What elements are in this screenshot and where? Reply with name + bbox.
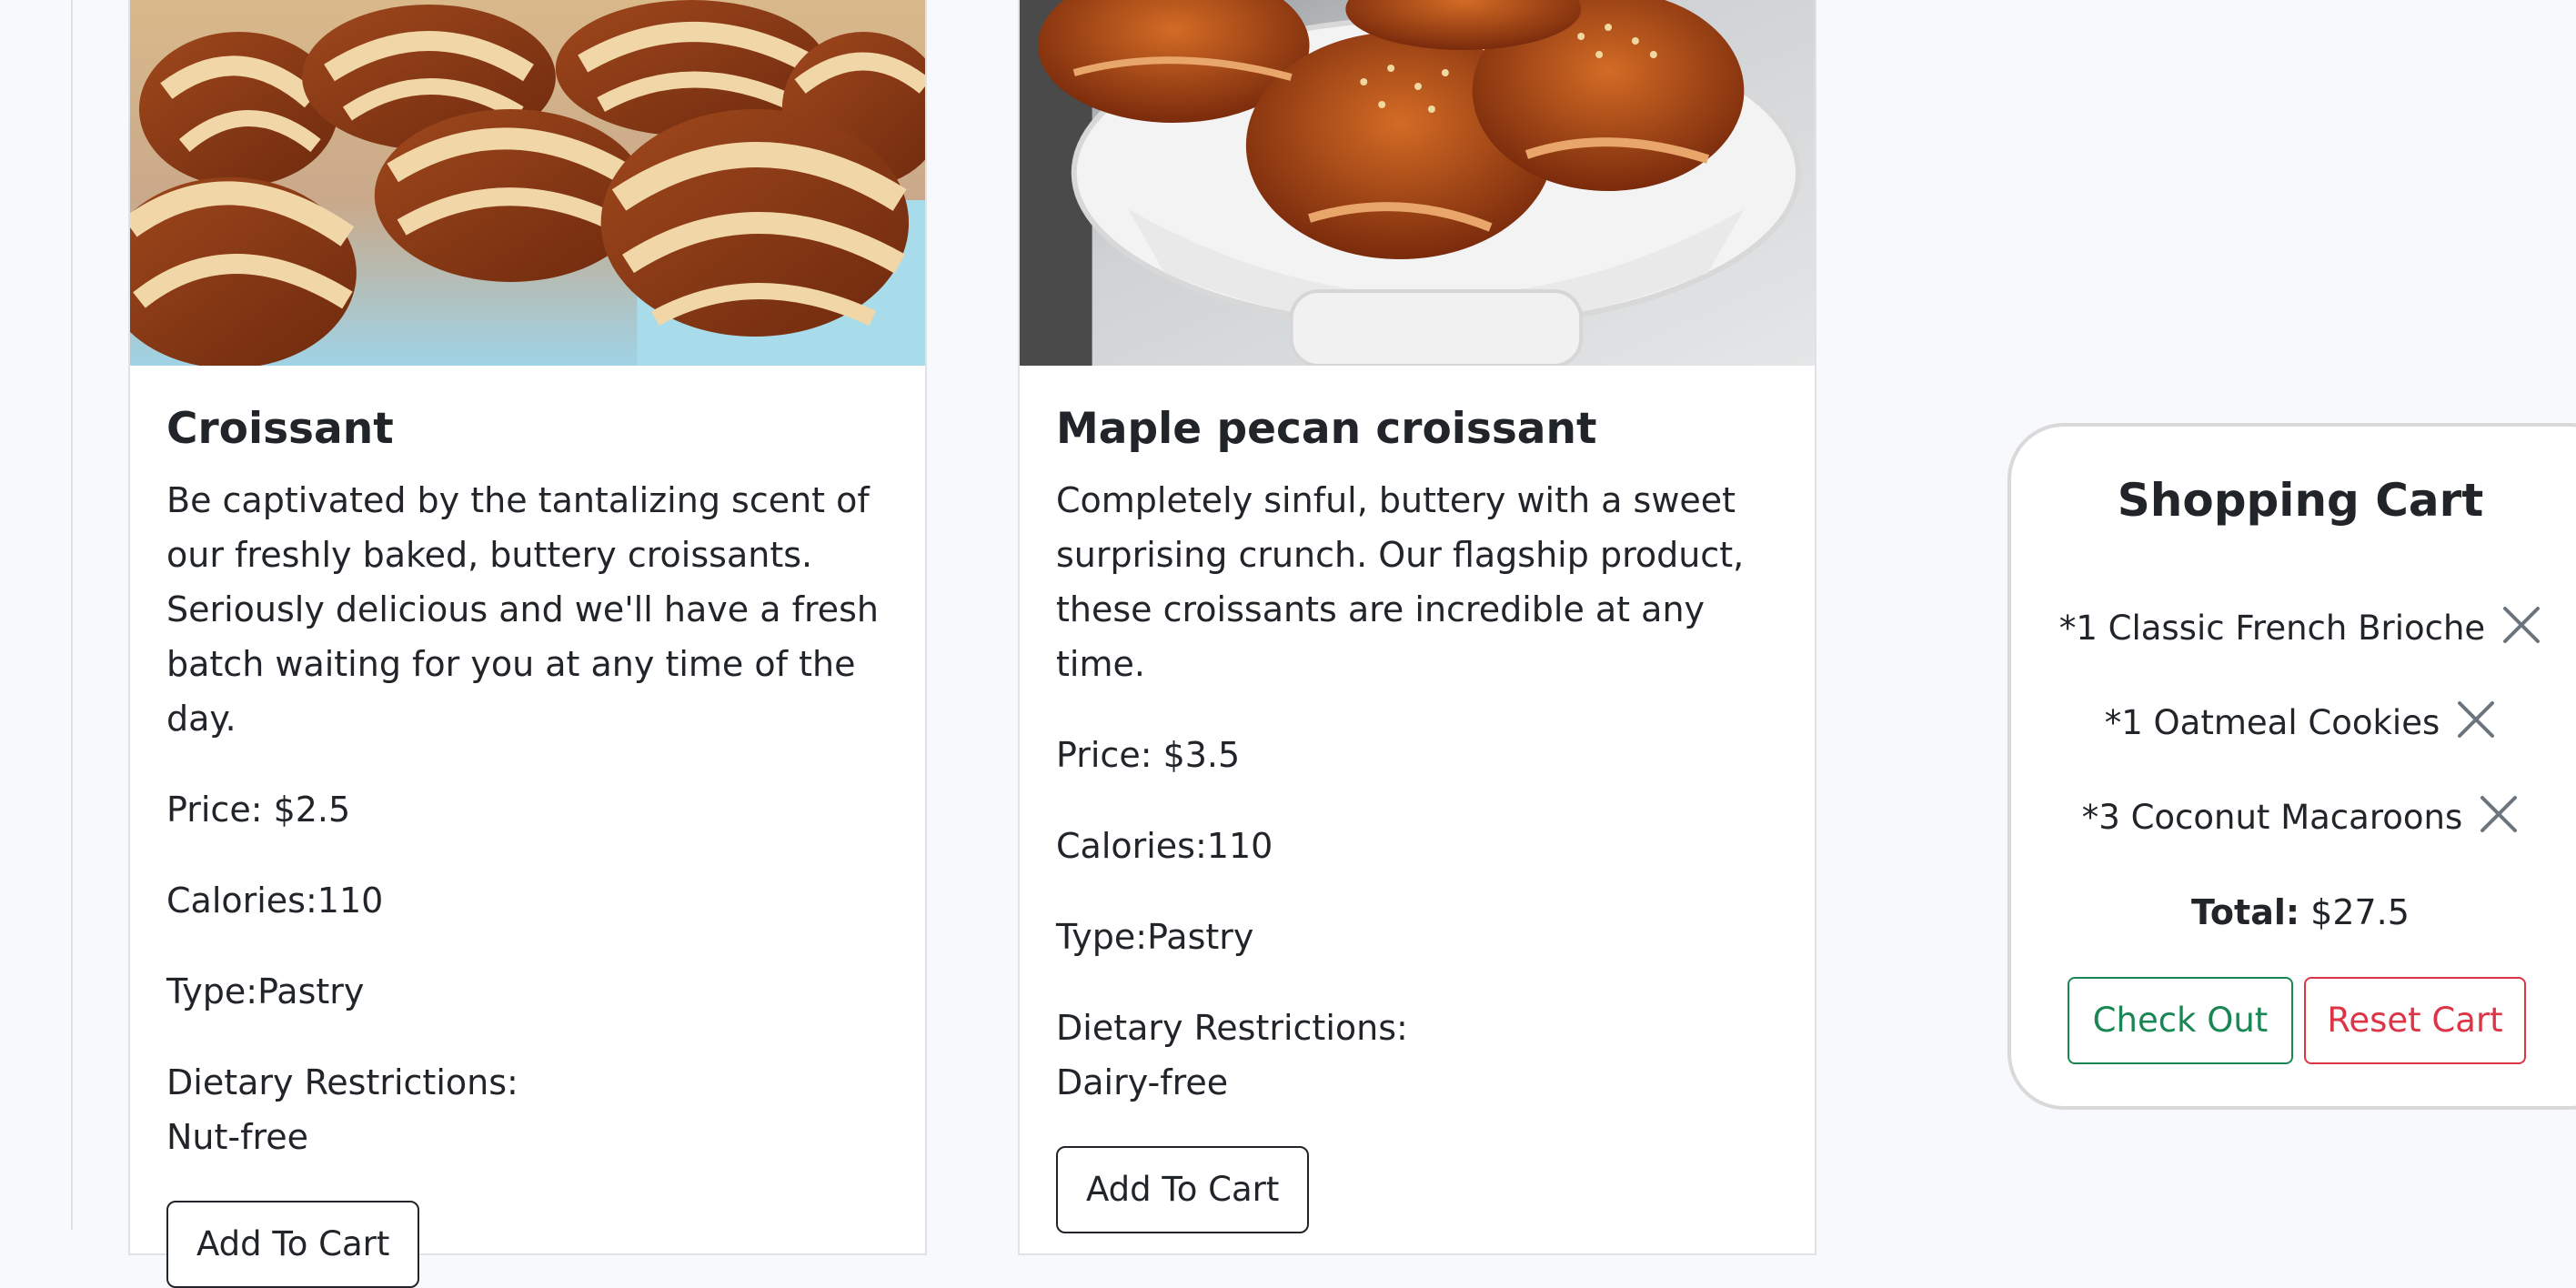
reset-cart-button[interactable]: Reset Cart xyxy=(2304,977,2526,1064)
product-card-body: Maple pecan croissant Completely sinful,… xyxy=(1020,366,1815,1234)
product-calories: Calories:110 xyxy=(166,880,384,921)
cart-total: Total: $27.5 xyxy=(2011,892,2576,932)
page-divider xyxy=(71,0,73,1230)
product-dietary: Dietary Restrictions: Dairy-free xyxy=(1056,1001,1778,1110)
maple-pecan-croissant-photo xyxy=(1020,0,1815,366)
product-description: Completely sinful, buttery with a sweet … xyxy=(1056,480,1745,685)
close-icon[interactable] xyxy=(2479,794,2519,834)
add-to-cart-button[interactable]: Add To Cart xyxy=(166,1201,420,1288)
product-card-maple-pecan-croissant: Maple pecan croissant Completely sinful,… xyxy=(1018,0,1816,1255)
croissant-photo xyxy=(130,0,925,366)
cart-item-label: *1 Classic French Brioche xyxy=(2058,609,2486,648)
shopping-cart-panel: Shopping Cart *1 Classic French Brioche … xyxy=(2007,423,2576,1110)
dietary-label: Dietary Restrictions: xyxy=(1056,1008,1408,1049)
checkout-button[interactable]: Check Out xyxy=(2068,977,2293,1064)
cart-item-label: *1 Oatmeal Cookies xyxy=(2104,703,2440,742)
product-type: Type:Pastry xyxy=(1056,917,1254,958)
cart-total-value: $27.5 xyxy=(2310,892,2410,932)
product-description: Be captivated by the tantalizing scent o… xyxy=(166,480,879,740)
product-image-maple-pecan xyxy=(1020,0,1815,366)
product-price: Price: $3.5 xyxy=(1056,735,1241,776)
product-card-croissant: Croissant Be captivated by the tantalizi… xyxy=(128,0,927,1288)
close-icon[interactable] xyxy=(2501,605,2541,645)
product-type: Type:Pastry xyxy=(166,971,365,1012)
cart-item: *1 Oatmeal Cookies xyxy=(2011,700,2576,745)
product-card-body: Croissant Be captivated by the tantalizi… xyxy=(130,366,925,1288)
product-dietary: Dietary Restrictions: Nut-free xyxy=(166,1055,889,1164)
dietary-value: Dairy-free xyxy=(1056,1062,1229,1103)
cart-title: Shopping Cart xyxy=(2117,474,2484,527)
cart-item: *3 Coconut Macaroons xyxy=(2011,795,2576,840)
close-icon[interactable] xyxy=(2456,699,2496,740)
product-title: Maple pecan croissant xyxy=(1056,404,1597,454)
dietary-value: Nut-free xyxy=(166,1117,309,1158)
cart-item: *1 Classic French Brioche xyxy=(2011,606,2576,650)
product-price: Price: $2.5 xyxy=(166,790,351,830)
product-image-croissant xyxy=(130,0,925,366)
dietary-label: Dietary Restrictions: xyxy=(166,1062,518,1103)
cart-actions: Check Out Reset Cart xyxy=(2068,977,2526,1064)
product-calories: Calories:110 xyxy=(1056,826,1273,867)
add-to-cart-button[interactable]: Add To Cart xyxy=(1056,1146,1310,1234)
cart-item-label: *3 Coconut Macaroons xyxy=(2081,798,2463,837)
cart-total-label: Total: xyxy=(2191,892,2300,932)
product-title: Croissant xyxy=(166,404,394,454)
